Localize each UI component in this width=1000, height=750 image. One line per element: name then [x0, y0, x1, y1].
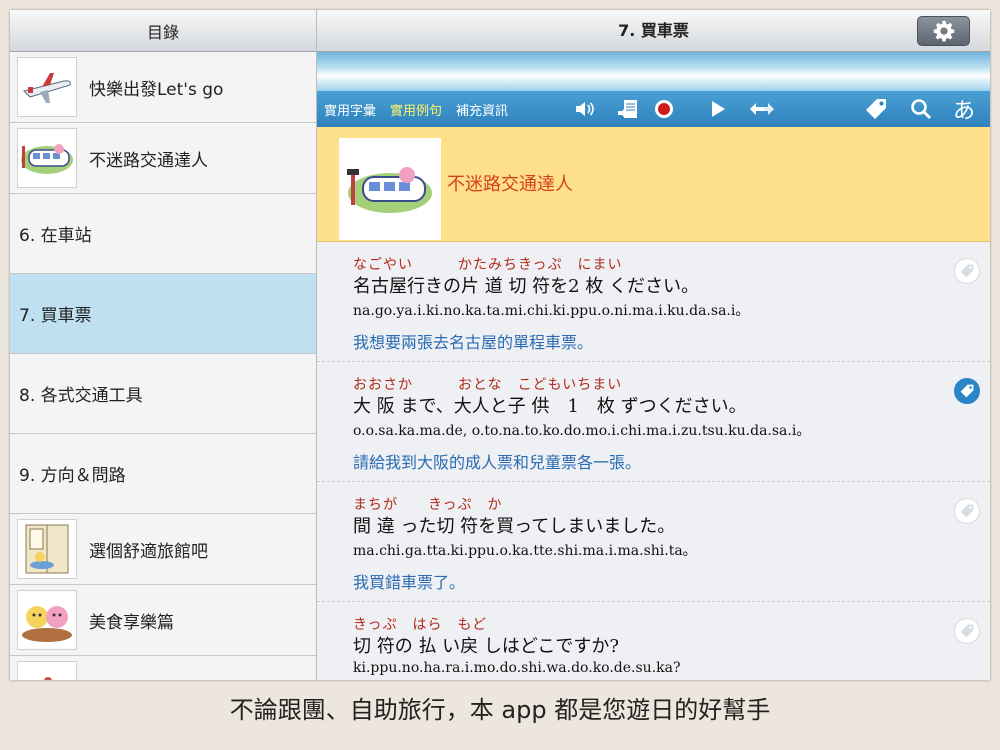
page-title: 7. 買車票	[618, 21, 689, 40]
tag-icon	[960, 504, 974, 518]
sidebar-item-next[interactable]	[10, 656, 316, 680]
phrase-tag-button[interactable]	[954, 258, 980, 284]
phrase-tag-button[interactable]	[954, 618, 980, 644]
phrase-romaji: ki.ppu.no.ha.ra.i.mo.do.shi.wa.do.ko.de.…	[353, 660, 681, 676]
phrase-japanese: 間 違 った切 符を買ってしまいました。	[353, 516, 676, 537]
sidebar-item-food[interactable]: 美食享樂篇	[10, 585, 316, 656]
phrase-tag-button[interactable]	[954, 498, 980, 524]
sidebar-item-buy-ticket[interactable]: 7. 買車票	[10, 274, 316, 354]
sidebar-item-label: 快樂出發Let's go	[89, 79, 224, 100]
tab-vocabulary[interactable]: 實用字彙	[324, 100, 376, 119]
sidebar-item-transport[interactable]: 不迷路交通達人	[10, 123, 316, 194]
record-icon	[655, 100, 673, 118]
sidebar-item-label: 美食享樂篇	[89, 612, 174, 633]
phrase-row[interactable]: おおさか おとな こどもいちまい 大 阪 まで、大人と子 供 1 枚 ずつくださ…	[317, 362, 990, 482]
train-icon	[17, 128, 77, 188]
main-panel: 7. 買車票 實用字彙 實用例句 補充資訊 あ 不迷路交通達人 なごやい かたみ…	[317, 10, 990, 680]
phrase-chinese: 請給我到大阪的成人票和兒童票各一張。	[353, 453, 642, 472]
phrase-ruby: おおさか おとな こどもいちまい	[353, 377, 623, 393]
speaker-button[interactable]	[572, 91, 598, 127]
hotel-room-icon	[17, 519, 77, 579]
sky-banner	[317, 52, 990, 91]
sidebar-title: 目錄	[146, 22, 179, 42]
phrase-japanese: 大 阪 まで、大人と子 供 1 枚 ずつください。	[353, 396, 747, 417]
phrase-romaji: o.o.sa.ka.ma.de, o.to.na.to.ko.do.mo.i.c…	[353, 423, 811, 439]
phrase-romaji: na.go.ya.i.ki.no.ka.ta.mi.chi.ki.ppu.o.n…	[353, 303, 750, 319]
phrase-row[interactable]: まちが きっぷ か 間 違 った切 符を買ってしまいました。 ma.chi.ga…	[317, 482, 990, 602]
speaker-icon	[576, 102, 594, 116]
phrase-row[interactable]: なごやい かたみちきっぷ にまい 名古屋行きの片 道 切 符を2 枚 ください。…	[317, 242, 990, 362]
tab-supplementary-info[interactable]: 補充資訊	[456, 100, 508, 119]
sidebar-item-label: 8. 各式交通工具	[19, 386, 143, 406]
bookmark-tag-button[interactable]	[862, 91, 890, 127]
tag-icon	[866, 99, 886, 119]
sidebar-item-hotel[interactable]: 選個舒適旅館吧	[10, 514, 316, 585]
play-button[interactable]	[705, 91, 731, 127]
lesson-title: 不迷路交通達人	[447, 174, 573, 195]
tab-example-sentences[interactable]: 實用例句	[390, 100, 442, 119]
gear-icon	[933, 20, 954, 42]
phrase-japanese: 名古屋行きの片 道 切 符を2 枚 ください。	[353, 276, 700, 297]
phrase-chinese: 我買錯車票了。	[353, 573, 466, 592]
search-button[interactable]	[907, 91, 935, 127]
swap-arrows-icon	[750, 103, 774, 115]
phrase-chinese: 我想要兩張去名古屋的單程車票。	[353, 333, 594, 352]
phrase-ruby: きっぷ はら もど	[353, 617, 488, 633]
sidebar-item-lets-go[interactable]: 快樂出發Let's go	[10, 52, 316, 123]
repeat-button[interactable]	[745, 91, 779, 127]
sidebar-item-directions[interactable]: 9. 方向＆問路	[10, 434, 316, 514]
sidebar-item-label: 選個舒適旅館吧	[89, 541, 208, 562]
tag-icon	[960, 624, 974, 638]
train-icon	[339, 138, 441, 240]
tag-icon	[960, 384, 974, 398]
food-icon	[17, 590, 77, 650]
search-icon	[911, 99, 932, 120]
settings-button[interactable]	[917, 16, 970, 46]
document-icon	[618, 100, 637, 118]
phrase-romaji: ma.chi.ga.tta.ki.ppu.o.ka.tte.shi.ma.i.m…	[353, 543, 697, 559]
play-icon	[712, 101, 725, 117]
toolbar: 實用字彙 實用例句 補充資訊 あ	[317, 91, 990, 127]
transcript-button[interactable]	[615, 91, 641, 127]
phrase-ruby: なごやい かたみちきっぷ にまい	[353, 257, 623, 273]
sidebar-item-label: 7. 買車票	[19, 306, 92, 326]
phrase-row[interactable]: きっぷ はら もど 切 符の 払 い戻 しはどこですか? ki.ppu.no.h…	[317, 602, 990, 680]
app-window: 目錄 快樂出發Let's go 不迷路交通達人 6. 在車站 7. 買車票 8.…	[10, 10, 990, 680]
main-header: 7. 買車票	[317, 10, 990, 52]
tag-icon	[960, 264, 974, 278]
sidebar-item-at-station[interactable]: 6. 在車站	[10, 194, 316, 274]
phrase-japanese: 切 符の 払 い戻 しはどこですか?	[353, 636, 619, 657]
sidebar-item-label: 6. 在車站	[19, 226, 92, 246]
kana-toggle-button[interactable]: あ	[949, 91, 979, 127]
sidebar-item-label: 不迷路交通達人	[89, 150, 208, 171]
dining-icon	[17, 661, 77, 680]
sidebar: 目錄 快樂出發Let's go 不迷路交通達人 6. 在車站 7. 買車票 8.…	[10, 10, 317, 680]
airplane-icon	[17, 57, 77, 117]
phrase-ruby: まちが きっぷ か	[353, 497, 503, 513]
promo-caption: 不論跟團、自助旅行，本 app 都是您遊日的好幫手	[229, 696, 771, 724]
sidebar-item-transportation[interactable]: 8. 各式交通工具	[10, 354, 316, 434]
record-button[interactable]	[651, 91, 677, 127]
lesson-header: 不迷路交通達人	[317, 127, 990, 242]
sidebar-item-label: 9. 方向＆問路	[19, 466, 126, 486]
sidebar-header: 目錄	[10, 10, 316, 52]
phrase-tag-button[interactable]	[954, 378, 980, 404]
